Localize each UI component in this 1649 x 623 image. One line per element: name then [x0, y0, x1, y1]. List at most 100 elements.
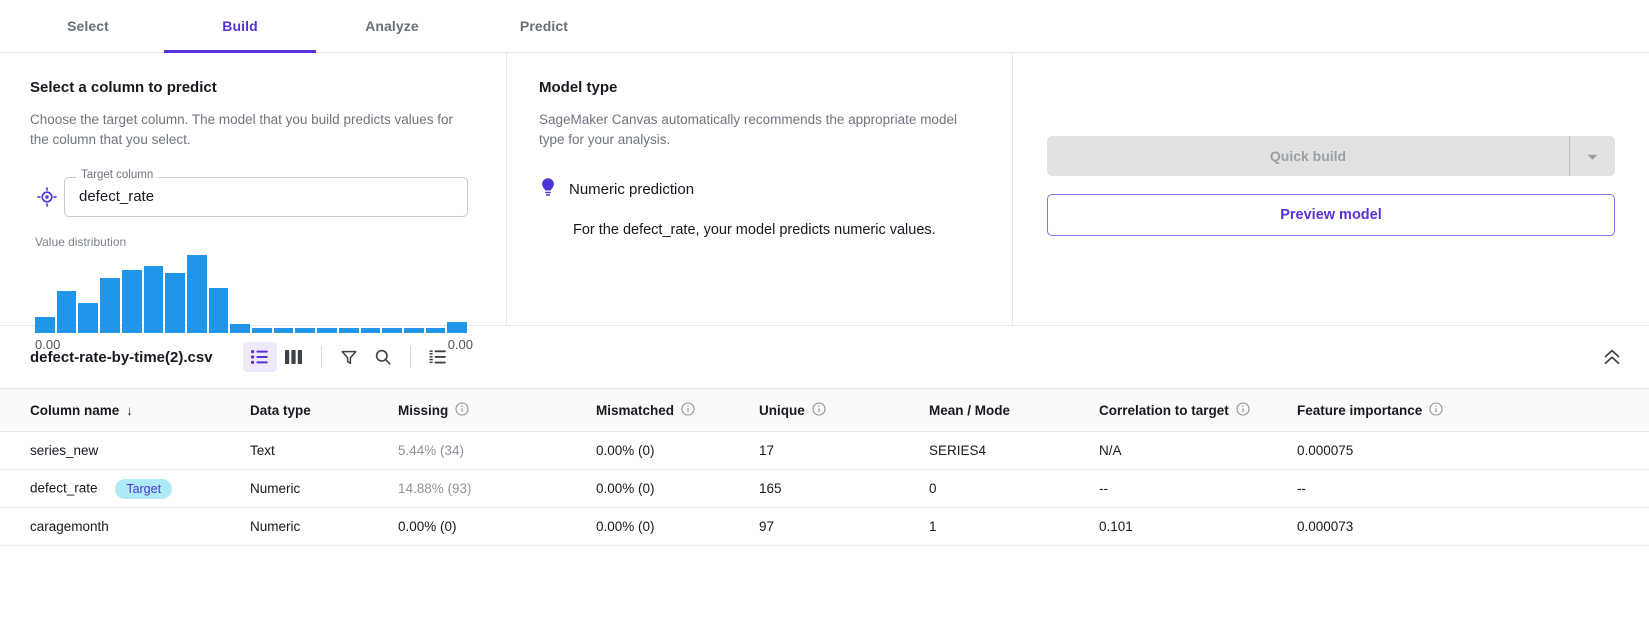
target-panel-title: Select a column to predict — [30, 79, 217, 96]
cell-correlation: N/A — [1099, 431, 1297, 470]
toolbar-divider-2 — [409, 346, 411, 368]
tab-select[interactable]: Select — [12, 0, 164, 52]
th-unique-label: Unique — [759, 402, 805, 418]
cell-unique: 165 — [759, 469, 929, 508]
histogram-bar — [121, 269, 142, 333]
view-tools — [242, 342, 455, 372]
value-distribution-label: Value distribution — [35, 234, 127, 249]
th-mismatched-label: Mismatched — [596, 402, 675, 418]
histogram-bar — [295, 327, 316, 333]
cell-mismatched: 0.00% (0) — [596, 431, 759, 470]
th-data-type[interactable]: Data type — [250, 388, 398, 432]
cell-missing: 14.88% (93) — [398, 469, 596, 508]
quick-build-button[interactable]: Quick build — [1047, 136, 1569, 176]
info-icon[interactable] — [455, 401, 469, 419]
cell-data-type: Numeric — [250, 507, 398, 546]
cell-mean-mode: 0 — [929, 469, 1099, 508]
target-column-value[interactable]: defect_rate — [64, 176, 468, 217]
list-view-icon[interactable] — [242, 342, 277, 372]
model-type-panel: Model type SageMaker Canvas automaticall… — [506, 53, 1012, 325]
model-type-description: SageMaker Canvas automatically recommend… — [539, 112, 957, 148]
histogram-bar — [317, 327, 337, 333]
th-missing[interactable]: Missing — [398, 388, 596, 432]
cell-mean-mode: 1 — [929, 507, 1099, 546]
table-header-row: Column name ↓ Data type Missing Mismatch… — [0, 388, 1649, 432]
model-type-title: Model type — [539, 79, 618, 96]
tab-analyze[interactable]: Analyze — [316, 0, 468, 52]
th-mismatched[interactable]: Mismatched — [596, 388, 759, 432]
target-panel-description: Choose the target column. The model that… — [30, 112, 453, 148]
tab-build[interactable]: Build — [164, 0, 316, 53]
table-row[interactable]: caragemonth Numeric 0.00% (0) 0.00% (0) … — [0, 507, 1649, 546]
histogram-bar — [273, 327, 294, 333]
value-distribution-histogram — [35, 254, 468, 333]
column-name-text: defect_rate — [30, 480, 98, 496]
info-icon[interactable] — [681, 401, 695, 419]
histogram-bar — [56, 290, 77, 333]
cell-data-type: Numeric — [250, 469, 398, 508]
model-type-recommendation: Numeric prediction — [539, 177, 982, 202]
info-icon[interactable] — [1236, 401, 1250, 419]
table-row[interactable]: series_new Text 5.44% (34) 0.00% (0) 17 … — [0, 431, 1649, 470]
cell-unique: 97 — [759, 507, 929, 546]
histogram-bar — [403, 327, 424, 333]
cell-column-name: defect_rate Target — [0, 469, 250, 508]
chevron-double-up-icon[interactable] — [1597, 342, 1627, 372]
target-badge: Target — [115, 478, 173, 499]
lightbulb-icon — [539, 177, 557, 202]
histogram-bar — [360, 327, 381, 333]
target-column-panel: Select a column to predict Choose the ta… — [0, 53, 506, 352]
cell-correlation: -- — [1099, 469, 1297, 508]
model-type-detail: For the defect_rate, your model predicts… — [573, 221, 936, 238]
th-feature-importance[interactable]: Feature importance — [1297, 388, 1649, 432]
ordered-list-icon[interactable] — [421, 342, 455, 372]
histogram-bar — [230, 323, 251, 333]
th-mean-mode[interactable]: Mean / Mode — [929, 388, 1099, 432]
table-row[interactable]: defect_rate Target Numeric 14.88% (93) 0… — [0, 469, 1649, 508]
th-feature-importance-label: Feature importance — [1297, 402, 1423, 418]
column-summary-table: Column name ↓ Data type Missing Mismatch… — [0, 388, 1649, 546]
target-crosshair-icon — [30, 186, 64, 208]
cell-missing: 5.44% (34) — [398, 431, 596, 470]
search-icon[interactable] — [366, 342, 400, 372]
column-name-text: series_new — [30, 443, 99, 458]
histogram-bar — [447, 321, 468, 333]
build-options-dropdown-button[interactable] — [1569, 136, 1615, 176]
cell-mean-mode: SERIES4 — [929, 431, 1099, 470]
tab-predict-label: Predict — [519, 18, 569, 34]
build-panels: Select a column to predict Choose the ta… — [0, 53, 1649, 352]
histogram-bar — [35, 316, 55, 333]
histogram-bar — [143, 265, 164, 333]
th-unique[interactable]: Unique — [759, 388, 929, 432]
table-header: Column name ↓ Data type Missing Mismatch… — [0, 388, 1649, 432]
preview-model-button[interactable]: Preview model — [1047, 194, 1615, 236]
grid-view-icon[interactable] — [277, 342, 311, 372]
model-type-name: Numeric prediction — [569, 180, 695, 198]
histogram-bar — [208, 287, 229, 333]
toolbar-divider-1 — [320, 346, 322, 368]
cell-feature-importance: 0.000075 — [1297, 431, 1649, 470]
tab-predict[interactable]: Predict — [468, 0, 620, 52]
th-column-name[interactable]: Column name ↓ — [0, 388, 250, 432]
th-column-name-label: Column name — [30, 402, 120, 418]
histogram-bar — [165, 272, 185, 333]
cell-data-type: Text — [250, 431, 398, 470]
cell-missing: 0.00% (0) — [398, 507, 596, 546]
target-column-field[interactable]: Target column defect_rate — [64, 168, 468, 217]
cell-mismatched: 0.00% (0) — [596, 507, 759, 546]
info-icon[interactable] — [1429, 401, 1443, 419]
chevron-down-icon — [1587, 149, 1598, 164]
table-body: series_new Text 5.44% (34) 0.00% (0) 17 … — [0, 431, 1649, 546]
histogram-bar — [425, 327, 446, 333]
tab-analyze-label: Analyze — [365, 18, 419, 34]
histogram-bar — [78, 302, 99, 333]
filter-icon[interactable] — [332, 342, 366, 372]
info-icon[interactable] — [812, 401, 826, 419]
cell-column-name: series_new — [0, 431, 250, 470]
th-mean-mode-label: Mean / Mode — [929, 402, 1011, 418]
th-correlation-to-target[interactable]: Correlation to target — [1099, 388, 1297, 432]
column-name-text: caragemonth — [30, 519, 109, 534]
sort-descending-icon: ↓ — [126, 402, 134, 418]
target-column-row: Target column defect_rate — [30, 168, 476, 217]
tab-select-label: Select — [67, 18, 109, 34]
